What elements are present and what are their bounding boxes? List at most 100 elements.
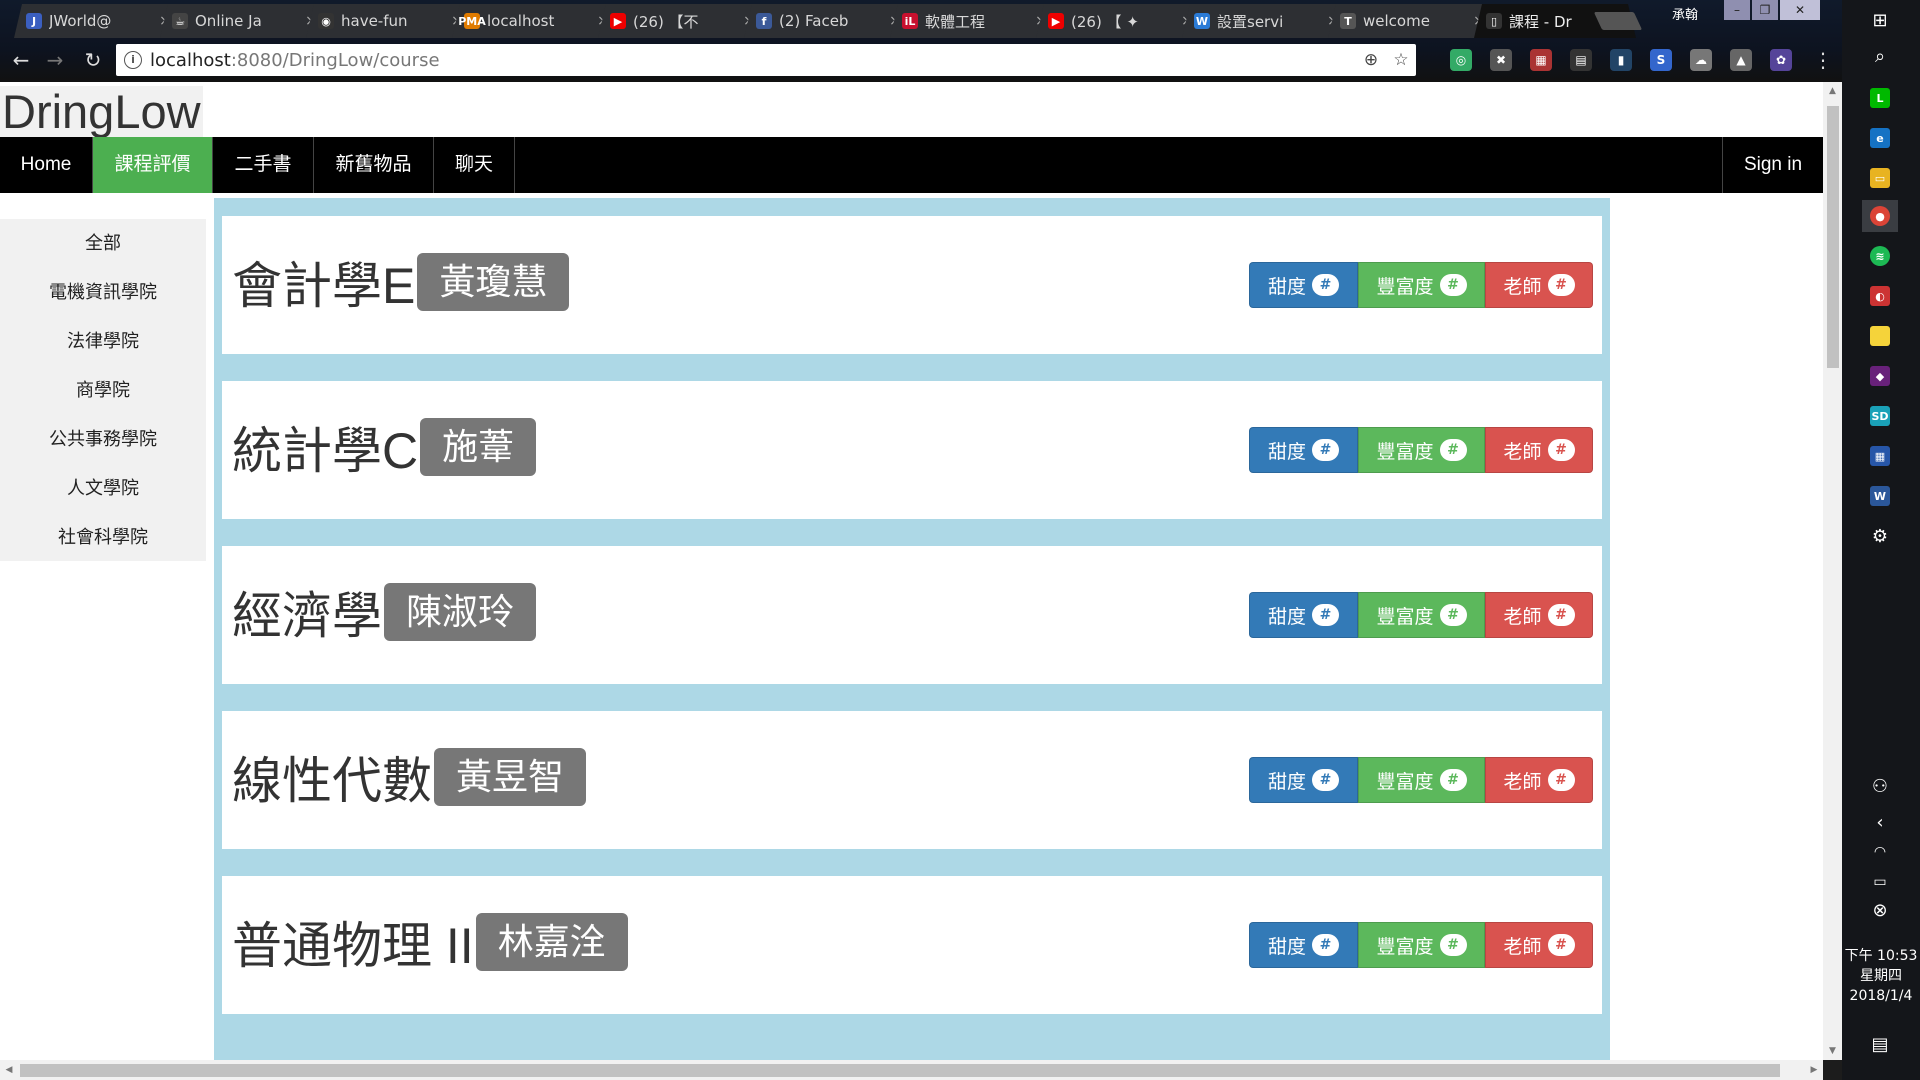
- horizontal-scrollbar[interactable]: ◀ ▶: [0, 1060, 1823, 1080]
- file-explorer-icon[interactable]: ▭: [1862, 162, 1898, 194]
- nav-items[interactable]: 新舊物品: [314, 137, 434, 193]
- url-text[interactable]: localhost:8080/DringLow/course: [150, 50, 1356, 71]
- extension-icon[interactable]: ◎: [1450, 49, 1472, 71]
- start-icon[interactable]: ⊞: [1862, 4, 1898, 36]
- close-window-button[interactable]: ✕: [1780, 0, 1820, 20]
- scroll-left-arrow[interactable]: ◀: [0, 1060, 18, 1080]
- browser-tab[interactable]: ▶(26) 【 ✦×: [1036, 4, 1198, 38]
- extension-icon[interactable]: ✖: [1490, 49, 1512, 71]
- richness-button[interactable]: 豐富度 #: [1358, 592, 1485, 638]
- minimize-button[interactable]: –: [1724, 0, 1750, 20]
- back-icon[interactable]: ←: [6, 46, 36, 74]
- app-icon[interactable]: SD: [1862, 400, 1898, 432]
- richness-button[interactable]: 豐富度 #: [1358, 922, 1485, 968]
- course-card[interactable]: 會計學E 黃瓊慧 甜度 # 豐富度 # 老師 #: [222, 216, 1602, 354]
- browser-tab[interactable]: ☕Online Ja×: [160, 4, 322, 38]
- extension-icon[interactable]: ✿: [1770, 49, 1792, 71]
- scroll-right-arrow[interactable]: ▶: [1805, 1060, 1823, 1080]
- course-card[interactable]: 經濟學 陳淑玲 甜度 # 豐富度 # 老師 #: [222, 546, 1602, 684]
- scroll-thumb[interactable]: [1827, 106, 1839, 368]
- extension-icon[interactable]: S: [1650, 49, 1672, 71]
- sidebar-item-law[interactable]: 法律學院: [0, 317, 206, 366]
- visual-studio-icon[interactable]: ◆: [1862, 360, 1898, 392]
- richness-button[interactable]: 豐富度 #: [1358, 427, 1485, 473]
- chevron-left-icon[interactable]: ‹: [1862, 806, 1898, 838]
- course-name[interactable]: 會計學E: [232, 246, 415, 318]
- browser-tab[interactable]: PMAlocalhost×: [452, 4, 614, 38]
- wifi-icon[interactable]: ◠: [1862, 836, 1898, 868]
- richness-button[interactable]: 豐富度 #: [1358, 757, 1485, 803]
- teacher-rating-button[interactable]: 老師 #: [1485, 427, 1593, 473]
- reload-icon[interactable]: ↻: [78, 46, 108, 74]
- richness-button[interactable]: 豐富度 #: [1358, 262, 1485, 308]
- sidebar-item-humanities[interactable]: 人文學院: [0, 464, 206, 513]
- forward-icon[interactable]: →: [40, 46, 70, 74]
- browser-tab[interactable]: ▶(26) 【不×: [598, 4, 760, 38]
- sidebar-item-social-sciences[interactable]: 社會科學院: [0, 513, 206, 562]
- nav-course-review[interactable]: 課程評價: [93, 137, 213, 193]
- scroll-up-arrow[interactable]: ▲: [1823, 82, 1842, 100]
- search-icon[interactable]: ⌕: [1862, 40, 1898, 72]
- scroll-down-arrow[interactable]: ▼: [1823, 1042, 1842, 1060]
- browser-tab[interactable]: ◉have-fun×: [306, 4, 468, 38]
- edge-icon[interactable]: e: [1862, 122, 1898, 154]
- sweetness-button[interactable]: 甜度 #: [1249, 427, 1358, 473]
- sweetness-button[interactable]: 甜度 #: [1249, 757, 1358, 803]
- spotify-icon[interactable]: ≋: [1862, 240, 1898, 272]
- browser-tab[interactable]: JJWorld@×: [14, 4, 176, 38]
- people-icon[interactable]: ⚇: [1862, 770, 1898, 802]
- browser-tab[interactable]: Twelcome×: [1328, 4, 1490, 38]
- course-name[interactable]: 經濟學: [232, 576, 382, 648]
- word-icon[interactable]: W: [1862, 480, 1898, 512]
- browser-profile-name[interactable]: 承翰: [1672, 4, 1698, 23]
- sidebar-item-all[interactable]: 全部: [0, 219, 206, 268]
- sign-in-link[interactable]: Sign in: [1722, 137, 1823, 193]
- nav-home[interactable]: Home: [0, 137, 93, 193]
- browser-tab[interactable]: W設置servi×: [1182, 4, 1344, 38]
- course-card[interactable]: 統計學C 施葦 甜度 # 豐富度 # 老師 #: [222, 381, 1602, 519]
- maximize-button[interactable]: ❐: [1752, 0, 1778, 20]
- system-clock[interactable]: 下午 10:53 星期四 2018/1/4: [1842, 946, 1920, 1006]
- course-name[interactable]: 普通物理 II: [232, 906, 474, 978]
- settings-icon[interactable]: ⚙: [1862, 520, 1898, 552]
- new-tab-button[interactable]: [1593, 12, 1643, 30]
- nav-chat[interactable]: 聊天: [434, 137, 515, 193]
- teacher-rating-button[interactable]: 老師 #: [1485, 757, 1593, 803]
- zoom-icon[interactable]: ⊕: [1356, 50, 1386, 70]
- teacher-rating-button[interactable]: 老師 #: [1485, 922, 1593, 968]
- scroll-thumb[interactable]: [20, 1064, 1780, 1077]
- sticky-notes-icon[interactable]: [1862, 320, 1898, 352]
- sidebar-item-eecs[interactable]: 電機資訊學院: [0, 268, 206, 317]
- vertical-scrollbar[interactable]: ▲ ▼: [1823, 82, 1842, 1060]
- address-bar[interactable]: i localhost:8080/DringLow/course ⊕ ☆: [116, 44, 1416, 76]
- extension-icon[interactable]: ▤: [1570, 49, 1592, 71]
- nav-used-books[interactable]: 二手書: [213, 137, 314, 193]
- info-icon[interactable]: i: [124, 51, 142, 69]
- course-card[interactable]: 普通物理 II 林嘉洤 甜度 # 豐富度 # 老師 #: [222, 876, 1602, 1014]
- sweetness-button[interactable]: 甜度 #: [1249, 592, 1358, 638]
- course-card[interactable]: 線性代數 黃昱智 甜度 # 豐富度 # 老師 #: [222, 711, 1602, 849]
- app-icon[interactable]: ◐: [1862, 280, 1898, 312]
- close-circle-icon[interactable]: ⊗: [1862, 894, 1898, 926]
- menu-icon[interactable]: ⋮: [1808, 46, 1838, 74]
- teacher-rating-button[interactable]: 老師 #: [1485, 592, 1593, 638]
- site-logo[interactable]: DringLow: [0, 86, 203, 138]
- extension-icon[interactable]: ☁: [1690, 49, 1712, 71]
- chrome-icon[interactable]: ●: [1862, 200, 1898, 232]
- line-app-icon[interactable]: L: [1862, 82, 1898, 114]
- sidebar-item-business[interactable]: 商學院: [0, 366, 206, 415]
- extension-icon[interactable]: ▦: [1530, 49, 1552, 71]
- browser-tab[interactable]: f(2) Faceb×: [744, 4, 906, 38]
- app-icon[interactable]: ▦: [1862, 440, 1898, 472]
- bookmark-star-icon[interactable]: ☆: [1386, 50, 1416, 70]
- sidebar-item-public-affairs[interactable]: 公共事務學院: [0, 415, 206, 464]
- browser-tab[interactable]: iL軟體工程×: [890, 4, 1052, 38]
- teacher-rating-button[interactable]: 老師 #: [1485, 262, 1593, 308]
- sweetness-button[interactable]: 甜度 #: [1249, 262, 1358, 308]
- course-name[interactable]: 線性代數: [232, 741, 432, 813]
- notifications-icon[interactable]: ▤: [1862, 1028, 1898, 1060]
- extension-icon[interactable]: ▮: [1610, 49, 1632, 71]
- sweetness-button[interactable]: 甜度 #: [1249, 922, 1358, 968]
- extension-icon[interactable]: ▲: [1730, 49, 1752, 71]
- course-name[interactable]: 統計學C: [232, 411, 418, 483]
